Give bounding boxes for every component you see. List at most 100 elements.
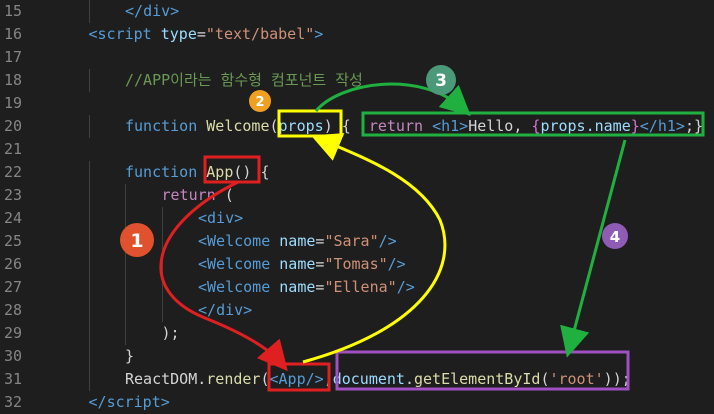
indent-guide (88, 230, 90, 253)
code-token: name (279, 255, 316, 273)
code-token: return (161, 186, 216, 204)
code-text: } (125, 345, 134, 368)
line-number: 18 (3, 71, 22, 89)
code-token: } (630, 117, 640, 135)
line-number: 27 (3, 278, 22, 296)
indent-guide (88, 207, 90, 230)
code-token: ReactDOM (125, 370, 198, 388)
code-token: > (160, 393, 170, 411)
code-token: < (432, 117, 442, 135)
code-token: h1 (657, 117, 676, 135)
code-token: < (198, 255, 208, 273)
indent-guide (125, 253, 126, 276)
code-token: { (341, 117, 351, 135)
code-token: script (97, 25, 152, 43)
indent-guide (125, 276, 126, 299)
code-token: { (260, 163, 270, 181)
code-token: > (243, 301, 253, 319)
code-token: > (170, 2, 180, 20)
code-line[interactable]: 26 <Welcome name="Tomas"/> (0, 253, 714, 276)
code-token: ) (323, 117, 333, 135)
code-token: > (234, 209, 244, 227)
indent-guide (88, 299, 90, 322)
code-token: ( (269, 117, 279, 135)
code-line[interactable]: 25 <Welcome name="Sara"/> (0, 230, 714, 253)
code-token: > (459, 117, 469, 135)
line-number: 20 (3, 117, 22, 135)
code-line[interactable]: 20 function Welcome(props) { return <h1>H… (0, 115, 714, 138)
code-token: Welcome (207, 255, 271, 273)
code-token: type (160, 25, 197, 43)
code-token: App (206, 163, 234, 181)
line-number: 30 (3, 347, 22, 365)
code-text: function Welcome(props) { return <h1>Hel… (125, 115, 703, 138)
code-line[interactable]: 32 </script> (0, 391, 714, 414)
code-token: render (206, 370, 261, 388)
code-text: ); (162, 322, 180, 345)
line-number: 19 (3, 94, 22, 112)
code-token: Welcome (207, 278, 271, 296)
code-token: </ (88, 393, 107, 411)
code-token: </ (198, 301, 217, 319)
code-line[interactable]: 24 <div> (0, 207, 714, 230)
code-line[interactable]: 18 //APP이라는 함수형 컴포넌트 작성 (0, 69, 714, 92)
indent-guide (88, 184, 90, 207)
code-line[interactable]: 17 (0, 46, 714, 69)
line-number: 31 (3, 370, 22, 388)
line-number: 22 (3, 163, 22, 181)
code-token: > (675, 117, 685, 135)
indent-guide (88, 322, 90, 345)
code-token: ); (612, 370, 631, 388)
code-token: < (88, 25, 98, 43)
code-token: div (143, 2, 171, 20)
code-token: ( (260, 370, 270, 388)
code-token: , (323, 370, 333, 388)
code-token: Hello, (468, 117, 532, 135)
code-line[interactable]: 22 function App() { (0, 161, 714, 184)
code-text: </script> (89, 391, 170, 414)
code-line[interactable]: 21 (0, 138, 714, 161)
code-token: 'root' (549, 370, 604, 388)
code-line[interactable]: 31 ReactDOM.render(<App/>,document.getEle… (0, 368, 714, 391)
code-line[interactable]: 30} (0, 345, 714, 368)
code-token: function (125, 163, 198, 181)
code-token: > (314, 25, 324, 43)
code-text: //APP이라는 함수형 컴포넌트 작성 (125, 69, 363, 92)
code-token: h1 (441, 117, 460, 135)
code-line[interactable]: 19 (0, 92, 714, 115)
code-editor[interactable]: 15 </div> 16 <script type="text/babel"> 17 18… (0, 0, 714, 411)
code-token: </ (125, 2, 144, 20)
code-text: </div> (125, 0, 179, 23)
code-token: name (279, 278, 316, 296)
code-token: "Sara" (324, 232, 379, 250)
code-token: "text/babel" (205, 25, 315, 43)
code-line[interactable]: 15 </div> (0, 0, 714, 23)
code-token: < (198, 278, 208, 296)
indent-guide (125, 207, 126, 230)
indent-guide (88, 276, 90, 299)
indent-guide (88, 115, 90, 138)
code-line[interactable]: 28 </div> (0, 299, 714, 322)
code-token: //APP이라는 함수형 컴포넌트 작성 (125, 71, 363, 89)
code-token: div (216, 301, 244, 319)
code-token: document (332, 370, 405, 388)
code-line[interactable]: 16 <script type="text/babel"> (0, 23, 714, 46)
code-token: < (198, 209, 208, 227)
code-line[interactable]: 23 return ( (0, 184, 714, 207)
code-token: /> (378, 232, 397, 250)
code-text: return ( (162, 184, 234, 207)
line-number: 21 (3, 140, 22, 158)
indent-guide (88, 0, 90, 23)
code-line[interactable]: 27 <Welcome name="Ellena"/> (0, 276, 714, 299)
code-token: "Ellena" (324, 278, 397, 296)
code-line[interactable]: 29); (0, 322, 714, 345)
code-token: div (207, 209, 235, 227)
